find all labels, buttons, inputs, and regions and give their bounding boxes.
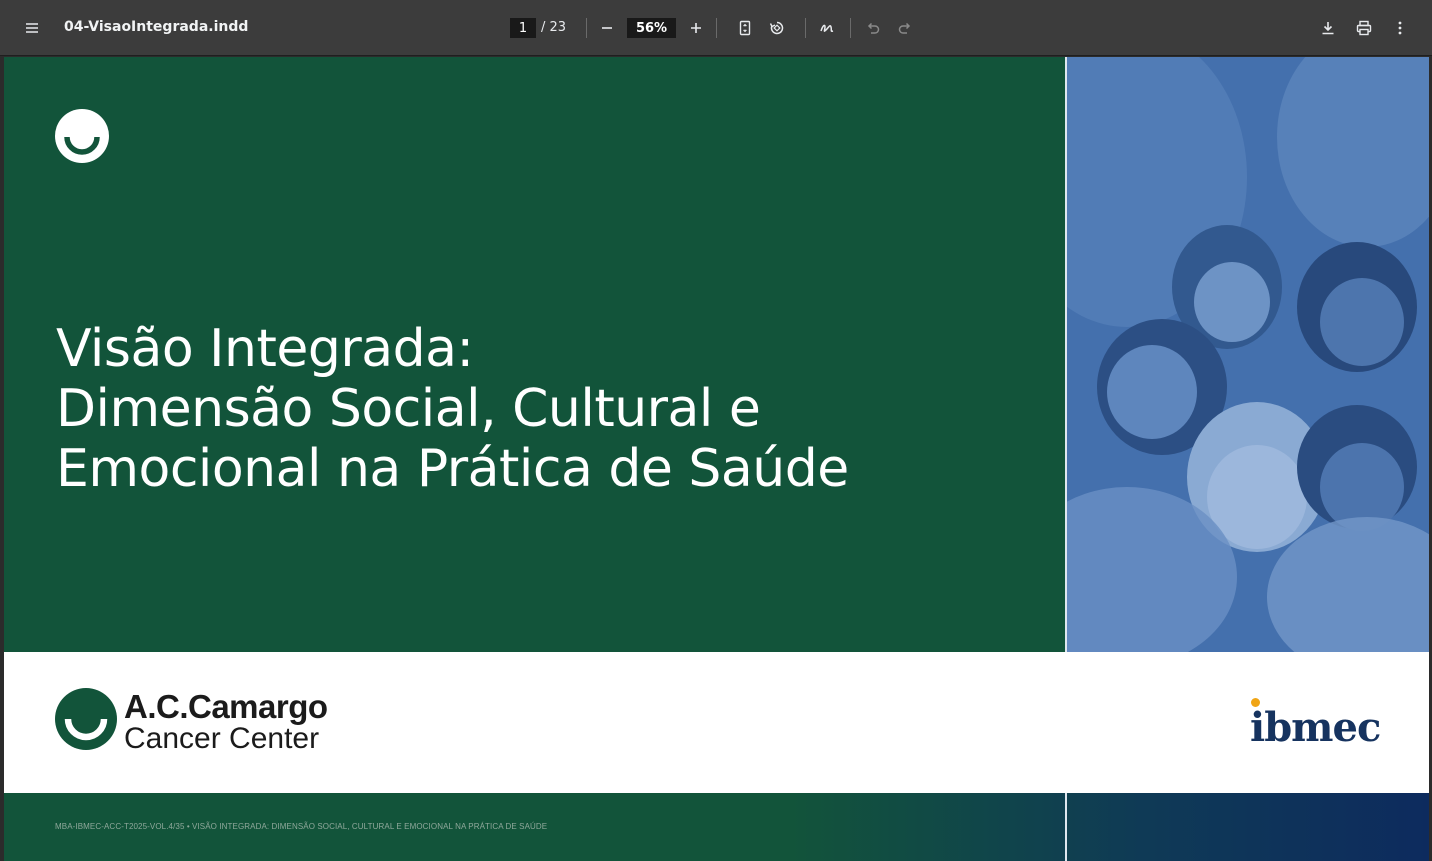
page-number-input[interactable] [510,18,536,38]
menu-icon[interactable] [18,14,46,42]
download-icon[interactable] [1314,14,1342,42]
footer-text: MBA-IBMEC-ACC-T2025-VOL.4/35 • VISÃO INT… [55,822,548,831]
pdf-toolbar: 04-VisaoIntegrada.indd / 23 [0,0,1432,56]
slide-title-line: Emocional na Prática de Saúde [56,439,849,499]
more-icon[interactable] [1386,14,1414,42]
print-icon[interactable] [1350,14,1378,42]
smile-logo-icon [55,109,109,163]
undo-icon[interactable] [859,14,887,42]
document-title: 04-VisaoIntegrada.indd [64,19,249,35]
pdf-page: Visão Integrada: Dimensão Social, Cultur… [4,57,1429,861]
fit-page-icon[interactable] [731,14,759,42]
toolbar-divider [850,18,851,38]
rotate-icon[interactable] [763,14,791,42]
slide-title-line: Visão Integrada: [56,319,474,379]
logo-band: A.C.Camargo Cancer Center ibmec [4,652,1429,793]
redo-icon[interactable] [891,14,919,42]
people-photo-illustration [1067,57,1429,652]
footer-band: MBA-IBMEC-ACC-T2025-VOL.4/35 • VISÃO INT… [4,793,1429,861]
annotate-icon[interactable] [813,14,841,42]
page-total: / 23 [541,20,567,35]
toolbar-divider [805,18,806,38]
zoom-out-icon[interactable] [593,14,621,42]
title-panel: Visão Integrada: Dimensão Social, Cultur… [4,57,1065,652]
acc-logo-subtitle: Cancer Center [124,722,320,755]
slide-title-line: Dimensão Social, Cultural e [56,379,761,439]
toolbar-divider [586,18,587,38]
ibmec-logo: ibmec [1250,704,1381,751]
acc-logo-name: A.C.Camargo [124,688,328,725]
slide-title: Visão Integrada: Dimensão Social, Cultur… [56,319,1016,499]
toolbar-divider [716,18,717,38]
acc-smile-logo-icon [55,688,117,750]
cover-photo [1067,57,1429,652]
zoom-in-icon[interactable] [682,14,710,42]
zoom-input[interactable] [627,18,676,38]
divider-line [1065,793,1067,861]
